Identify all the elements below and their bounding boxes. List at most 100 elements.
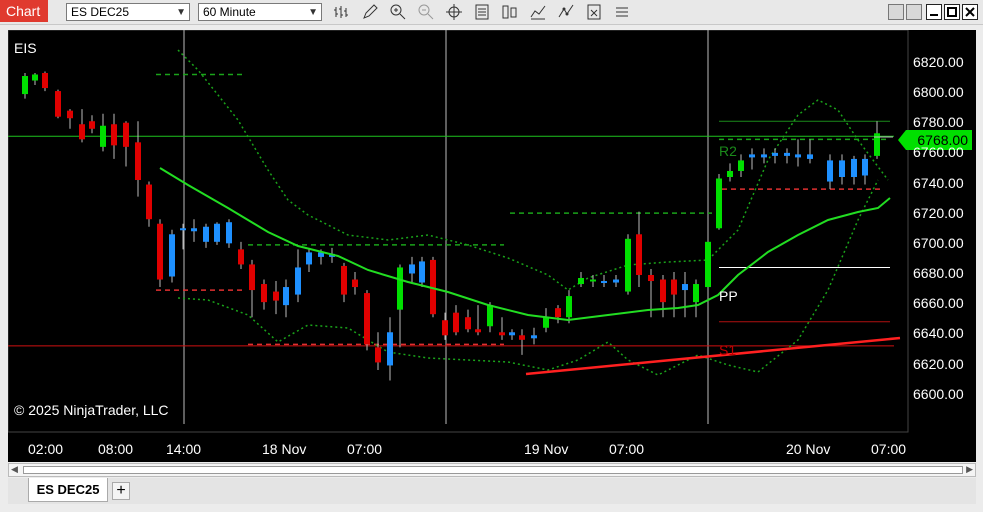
y-tick-label: 6640.00 [913, 325, 964, 341]
candle-body [772, 152, 778, 156]
chart-panel[interactable]: EIS © 2025 NinjaTrader, LLC R2 PP S1 676… [8, 30, 976, 462]
candle-body [716, 178, 722, 229]
interval-selector[interactable]: 60 Minute ▼ [198, 3, 322, 21]
candle-body [442, 320, 448, 336]
window-option-button[interactable] [906, 4, 922, 20]
bars-type-icon[interactable] [333, 3, 351, 21]
y-tick-label: 6660.00 [913, 295, 964, 311]
candle-body [578, 278, 584, 285]
candle-body [727, 170, 733, 178]
candle-body [419, 261, 425, 283]
candle-body [738, 160, 744, 171]
candle-body [671, 279, 677, 295]
draw-pencil-icon[interactable] [361, 3, 379, 21]
scrollbar-thumb[interactable] [23, 466, 963, 474]
candle-body [453, 312, 459, 333]
r2-label: R2 [719, 143, 737, 159]
instrument-selector-value: ES DEC25 [71, 5, 130, 19]
close-button[interactable] [962, 4, 978, 20]
candle-body [601, 281, 607, 284]
candle-body [295, 267, 301, 295]
candle-body [590, 279, 596, 282]
moving-average-line [159, 167, 891, 322]
instrument-selector[interactable]: ES DEC25 ▼ [66, 3, 190, 21]
scroll-left-icon[interactable]: ◀ [11, 464, 18, 475]
candle-body [123, 122, 129, 147]
trend-line[interactable] [525, 336, 901, 376]
horizontal-scrollbar[interactable]: ◀ ▶ [8, 463, 976, 477]
candle-body [807, 154, 813, 159]
candle-body [519, 335, 525, 340]
crosshair-icon[interactable] [445, 3, 463, 21]
y-tick-label: 6720.00 [913, 205, 964, 221]
candle-body [387, 332, 393, 366]
candle-body [660, 279, 666, 303]
window-option-button[interactable] [888, 4, 904, 20]
minimize-icon [930, 14, 938, 16]
y-tick-label: 6760.00 [913, 144, 964, 160]
candle-body [89, 121, 95, 129]
indicators-icon[interactable] [529, 3, 547, 21]
y-tick-label: 6620.00 [913, 356, 964, 372]
candle-body [79, 124, 85, 140]
x-tick-label: 07:00 [871, 441, 907, 457]
upper-band [177, 49, 889, 291]
x-tick-label: 07:00 [609, 441, 645, 457]
scroll-right-icon[interactable]: ▶ [966, 464, 973, 475]
pivot-levels [8, 73, 894, 347]
candle-body [180, 228, 186, 231]
y-tick-label: 6600.00 [913, 386, 964, 402]
zoom-out-icon[interactable] [417, 3, 435, 21]
minimize-button[interactable] [926, 4, 942, 20]
properties-icon[interactable] [473, 3, 491, 21]
price-plot[interactable] [8, 30, 976, 462]
maximize-icon [947, 7, 957, 17]
candle-body [705, 241, 711, 288]
candle-body [851, 158, 857, 178]
candle-body [636, 234, 642, 275]
candle-body [157, 223, 163, 280]
candle-body [146, 184, 152, 220]
candle-body [55, 91, 61, 117]
candle-body [283, 287, 289, 306]
candle-body [543, 317, 549, 328]
candle-body [761, 154, 767, 158]
candle-body [42, 72, 48, 89]
copyright-label: © 2025 NinjaTrader, LLC [14, 402, 169, 418]
plot-border [8, 30, 909, 433]
candle-body [625, 238, 631, 292]
candle-body [352, 279, 358, 288]
zoom-in-icon[interactable] [389, 3, 407, 21]
data-box-icon[interactable] [585, 3, 603, 21]
candle-body [191, 228, 197, 232]
x-tick-label: 08:00 [98, 441, 134, 457]
bars-icon[interactable] [501, 3, 519, 21]
chart-window-label[interactable]: Chart [0, 0, 48, 22]
candle-body [648, 274, 654, 282]
candle-body [566, 296, 572, 318]
strategies-icon[interactable] [557, 3, 575, 21]
x-tick-label: 14:00 [166, 441, 202, 457]
x-tick-label: 19 Nov [524, 441, 569, 457]
candle-body [261, 284, 267, 303]
candle-body [862, 158, 868, 176]
tab-es-dec25[interactable]: ES DEC25 [28, 478, 108, 502]
menu-icon[interactable] [613, 3, 631, 21]
y-tick-label: 6800.00 [913, 84, 964, 100]
candle-body [555, 308, 561, 318]
candle-body [214, 223, 220, 242]
candle-body [364, 293, 370, 345]
maximize-button[interactable] [944, 4, 960, 20]
candle-body [375, 347, 381, 363]
candle-body [306, 252, 312, 265]
candle-body [249, 264, 255, 291]
candle-body [784, 152, 790, 156]
candle-body [238, 249, 244, 265]
close-icon [965, 7, 975, 17]
candlesticks [22, 71, 880, 381]
add-tab-button[interactable]: + [112, 482, 130, 500]
y-tick-label: 6700.00 [913, 235, 964, 251]
y-tick-label: 6740.00 [913, 175, 964, 191]
x-tick-label: 20 Nov [786, 441, 831, 457]
candle-body [749, 154, 755, 158]
